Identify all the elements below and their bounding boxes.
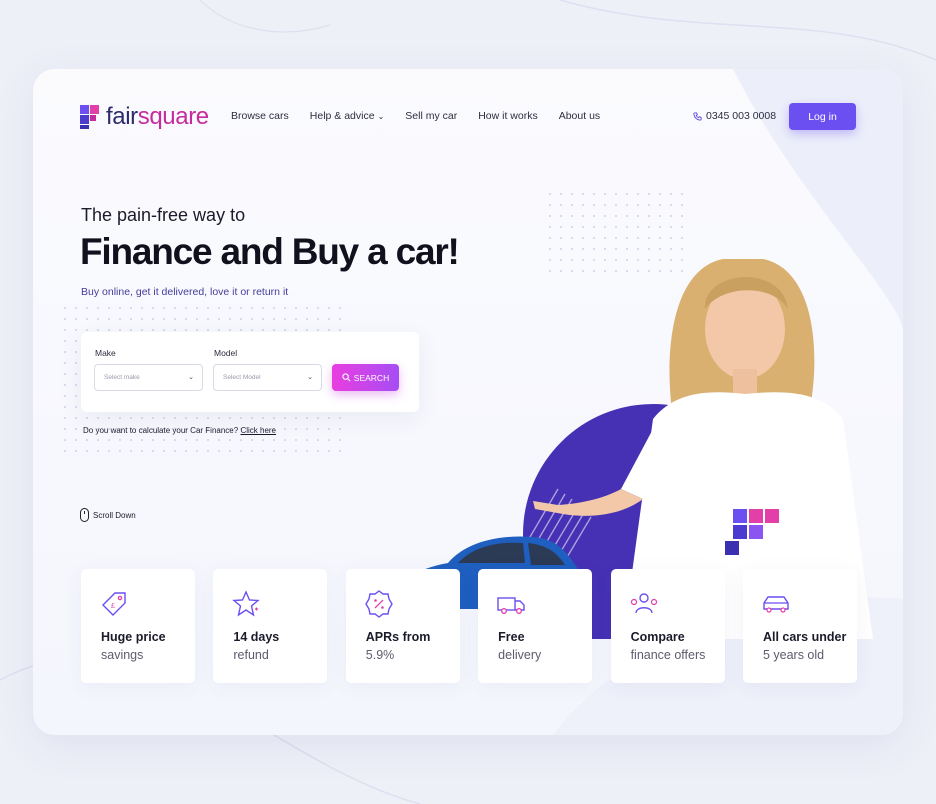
hero-tagline: The pain-free way to: [81, 205, 246, 225]
logo[interactable]: fairsquare: [80, 103, 209, 131]
percent-badge-icon: [364, 590, 393, 618]
model-label: Model: [214, 348, 238, 358]
feature-card: Compare finance offers: [610, 569, 725, 683]
nav-about-us[interactable]: About us: [559, 110, 600, 122]
scroll-down-indicator[interactable]: Scroll Down: [80, 508, 136, 522]
hero-subline: Buy online, get it delivered, love it or…: [81, 286, 289, 298]
hero-card: fairsquare Browse cars Help & advice ⌄ Se…: [33, 69, 903, 735]
feature-card: Free delivery: [478, 569, 593, 683]
make-select[interactable]: Select make ⌄: [94, 364, 203, 391]
chevron-down-icon: ⌄: [188, 374, 194, 381]
click-here-link[interactable]: Click here: [240, 426, 276, 435]
svg-text:£: £: [111, 603, 115, 610]
nav-browse-cars[interactable]: Browse cars: [231, 110, 289, 122]
star-icon: [232, 590, 261, 617]
search-icon: [342, 373, 351, 382]
people-compare-icon: [630, 593, 657, 614]
nav-how-it-works[interactable]: How it works: [478, 110, 538, 122]
feature-card: All cars under 5 years old: [742, 569, 857, 683]
model-select[interactable]: Select Model ⌄: [213, 364, 322, 391]
logo-mark-icon: [80, 105, 100, 129]
car-icon: [763, 596, 789, 613]
logo-wordmark: fairsquare: [106, 103, 209, 130]
delivery-truck-icon: [497, 597, 525, 614]
make-label: Make: [95, 348, 116, 358]
login-button[interactable]: Log in: [789, 103, 856, 130]
chevron-down-icon: ⌄: [377, 111, 385, 121]
feature-cards: £ Huge price savings 14 days refund APRs…: [81, 569, 857, 683]
feature-card: APRs from 5.9%: [345, 569, 460, 683]
feature-card: 14 days refund: [213, 569, 328, 683]
phone-link[interactable]: 0345 003 0008: [693, 110, 776, 122]
main-nav: Browse cars Help & advice ⌄ Sell my car H…: [231, 110, 621, 122]
phone-icon: [693, 111, 702, 121]
chevron-down-icon: ⌄: [307, 374, 313, 381]
price-tag-icon: £: [102, 592, 126, 616]
nav-help-advice[interactable]: Help & advice ⌄: [310, 110, 385, 122]
finance-calculator-prompt: Do you want to calculate your Car Financ…: [83, 426, 277, 435]
mouse-icon: [80, 508, 89, 522]
feature-card: £ Huge price savings: [81, 569, 195, 683]
nav-sell-my-car[interactable]: Sell my car: [405, 110, 457, 122]
